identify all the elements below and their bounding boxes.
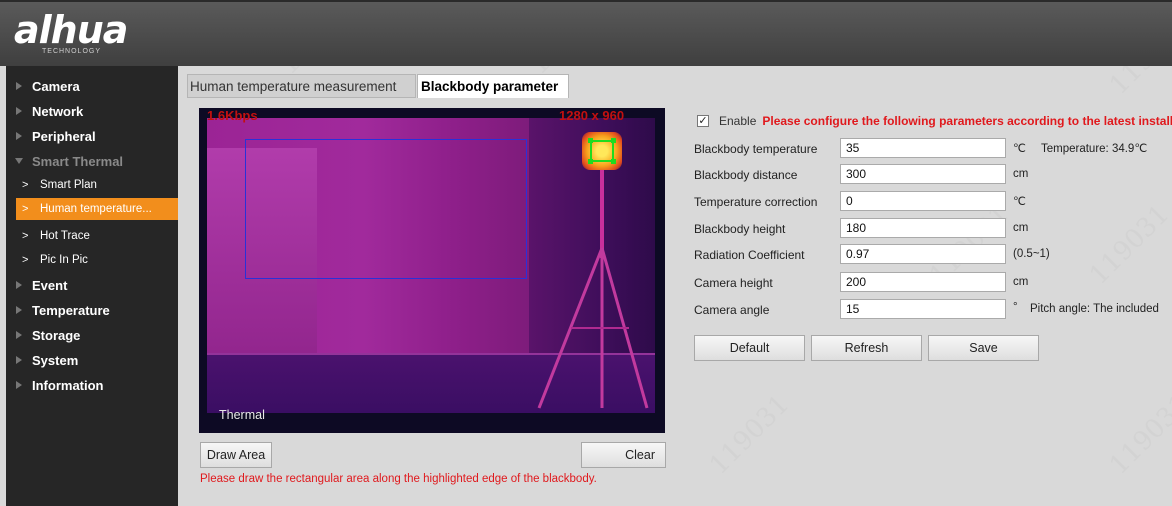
collapse-arrow-icon — [15, 158, 23, 164]
field-unit: cm — [1013, 222, 1029, 234]
field-label: Blackbody temperature — [694, 142, 818, 156]
sidebar-item-network[interactable]: Network — [6, 99, 178, 123]
blackbody-height-input[interactable]: 180 — [840, 218, 1006, 238]
enable-label: Enable — [719, 114, 757, 128]
sidebar-item-camera[interactable]: Camera — [6, 74, 178, 98]
enable-note: Please configure the following parameter… — [762, 114, 1172, 128]
dahua-logo: alhua — [14, 8, 128, 52]
watermark: 119031 — [1103, 389, 1172, 481]
blackbody-temperature-input[interactable]: 35 — [840, 138, 1006, 158]
field-unit: cm — [1013, 276, 1029, 288]
expand-arrow-icon — [16, 331, 22, 339]
sidebar-item-peripheral[interactable]: Peripheral — [6, 124, 178, 148]
expand-arrow-icon — [16, 107, 22, 115]
sidebar-subitem-hot-trace[interactable]: > Hot Trace — [16, 225, 178, 247]
sidebar-item-event[interactable]: Event — [6, 273, 178, 297]
blackbody-distance-input[interactable]: 300 — [840, 164, 1006, 184]
field-label: Temperature correction — [694, 195, 818, 209]
channel-label: Thermal — [219, 408, 265, 422]
chevron-right-icon: > — [22, 203, 29, 215]
watermark: 119031 — [703, 389, 796, 481]
field-unit: cm — [1013, 168, 1029, 180]
sidebar-item-label: Temperature — [32, 302, 110, 318]
sidebar-item-label: Smart Thermal — [32, 153, 124, 169]
sidebar-item-temperature[interactable]: Temperature — [6, 298, 178, 322]
save-button[interactable]: Save — [928, 335, 1039, 361]
sidebar-subitem-smart-plan[interactable]: > Smart Plan — [16, 174, 178, 196]
expand-arrow-icon — [16, 306, 22, 314]
expand-arrow-icon — [16, 132, 22, 140]
sidebar-item-label: Event — [32, 277, 68, 293]
top-header: alhua TECHNOLOGY — [0, 0, 1172, 66]
sidebar-item-information[interactable]: Information — [6, 373, 178, 397]
chevron-right-icon: > — [22, 254, 29, 266]
field-unit: ° — [1013, 301, 1018, 313]
sidebar-subitem-label: Smart Plan — [40, 179, 97, 191]
sidebar-subitem-label: Hot Trace — [40, 230, 90, 242]
field-unit: ℃ — [1013, 196, 1026, 208]
chevron-right-icon: > — [22, 179, 29, 191]
thermal-video-preview[interactable]: 1.6Kbps 1280 x 960 Thermal — [199, 108, 665, 433]
enable-checkbox[interactable]: ✓ — [697, 115, 709, 127]
sidebar-item-label: System — [32, 352, 79, 368]
enable-row: ✓ Enable Please configure the following … — [697, 114, 1172, 128]
sidebar-item-label: Information — [32, 377, 104, 393]
osd-resolution: 1280 x 960 — [559, 108, 625, 123]
clear-button[interactable]: Clear — [581, 442, 666, 468]
drawn-area-rectangle[interactable] — [245, 139, 527, 279]
field-unit: (0.5~1) — [1013, 248, 1050, 260]
expand-arrow-icon — [16, 381, 22, 389]
expand-arrow-icon — [16, 82, 22, 90]
tab-blackbody-parameter[interactable]: Blackbody parameter — [417, 74, 569, 98]
sidebar-subitem-label: Pic In Pic — [40, 254, 88, 266]
draw-hint-text: Please draw the rectangular area along t… — [200, 473, 597, 485]
field-label: Camera angle — [694, 303, 770, 317]
resize-handle[interactable] — [588, 138, 593, 143]
draw-area-button[interactable]: Draw Area — [200, 442, 272, 468]
sidebar-subitem-pic-in-pic[interactable]: > Pic In Pic — [16, 249, 178, 271]
expand-arrow-icon — [16, 281, 22, 289]
sidebar-subitem-human-temperature[interactable]: > Human temperature... — [16, 198, 178, 220]
current-temperature-readout: Temperature: 34.9℃ — [1041, 143, 1148, 155]
osd-bitrate: 1.6Kbps — [207, 108, 258, 123]
pitch-angle-note: Pitch angle: The included — [1030, 303, 1159, 315]
sidebar-item-system[interactable]: System — [6, 348, 178, 372]
sidebar: Camera Network Peripheral Smart Thermal … — [6, 66, 178, 506]
sidebar-subitem-label: Human temperature... — [40, 203, 152, 215]
temperature-correction-input[interactable]: 0 — [840, 191, 1006, 211]
field-label: Blackbody distance — [694, 168, 798, 182]
field-unit: ℃ — [1013, 143, 1026, 155]
sidebar-item-smart-thermal[interactable]: Smart Thermal — [6, 149, 178, 173]
tab-human-temperature-measurement[interactable]: Human temperature measurement — [187, 74, 416, 98]
resize-handle[interactable] — [611, 159, 616, 164]
sidebar-item-label: Peripheral — [32, 128, 96, 144]
sidebar-item-label: Camera — [32, 78, 80, 94]
refresh-button[interactable]: Refresh — [811, 335, 922, 361]
watermark: 119031 — [1083, 199, 1172, 291]
camera-height-input[interactable]: 200 — [840, 272, 1006, 292]
field-label: Camera height — [694, 276, 773, 290]
expand-arrow-icon — [16, 356, 22, 364]
sidebar-item-storage[interactable]: Storage — [6, 323, 178, 347]
resize-handle[interactable] — [611, 138, 616, 143]
field-label: Radiation Coefficient — [694, 248, 805, 262]
sidebar-item-label: Network — [32, 103, 84, 119]
chevron-right-icon: > — [22, 230, 29, 242]
logo-subtext: TECHNOLOGY — [42, 48, 102, 55]
camera-angle-input[interactable]: 15 — [840, 299, 1006, 319]
sidebar-item-label: Storage — [32, 327, 81, 343]
radiation-coefficient-input[interactable]: 0.97 — [840, 244, 1006, 264]
field-label: Blackbody height — [694, 222, 786, 236]
resize-handle[interactable] — [588, 159, 593, 164]
default-button[interactable]: Default — [694, 335, 805, 361]
